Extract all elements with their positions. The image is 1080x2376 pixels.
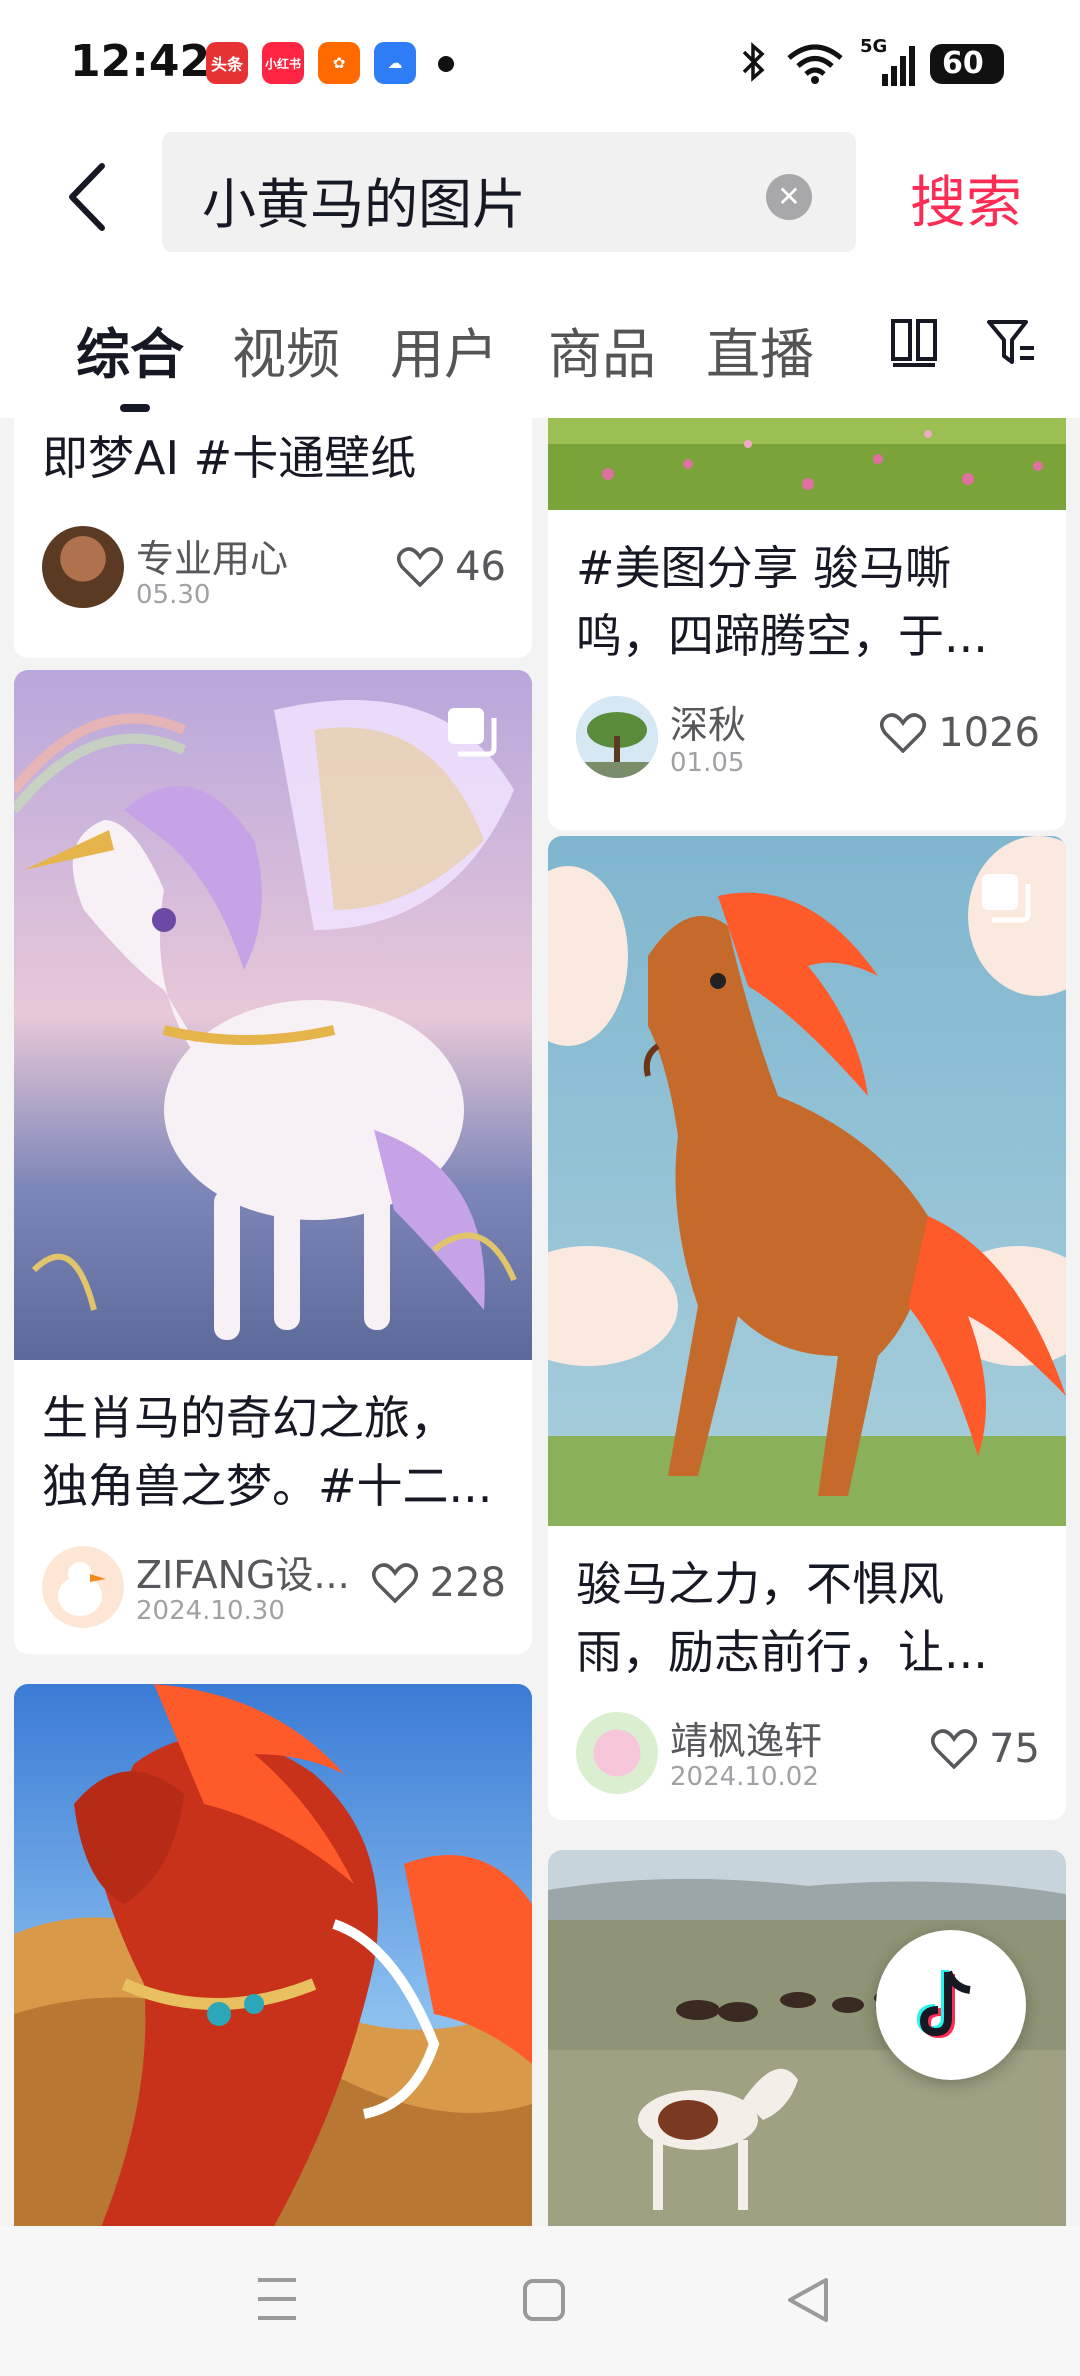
heart-icon[interactable] (397, 547, 444, 587)
red-horse-desert-image (14, 1684, 532, 2226)
heart-icon[interactable] (371, 1563, 418, 1603)
card-title-line-1: 生肖马的奇幻之旅， (42, 1391, 456, 1445)
card-title-line-1: 骏马之力，不惧风 (576, 1557, 944, 1611)
post-date: 05.30 (136, 580, 211, 610)
avatar[interactable] (576, 1712, 658, 1794)
result-card[interactable]: 骏马之力，不惧风 雨，励志前行，让... 靖枫逸轩 2024.10.02 75 (548, 836, 1066, 1820)
post-date: 2024.10.02 (670, 1762, 819, 1792)
wifi-icon (787, 44, 843, 84)
heart-icon[interactable] (880, 713, 927, 753)
douyin-float-button[interactable] (876, 1930, 1026, 2080)
heart-icon[interactable] (931, 1729, 978, 1769)
like-number: 75 (989, 1726, 1040, 1772)
status-bar: 12:42 头条 小红书 ✿ ☁ 5G 60 (0, 0, 1080, 128)
like-number: 46 (455, 544, 506, 590)
avatar[interactable] (576, 696, 658, 778)
multi-image-icon (448, 708, 497, 757)
battery-indicator: 60 (930, 44, 1004, 84)
result-card[interactable]: 生肖马的奇幻之旅， 独角兽之梦。#十二... ZIFANG设... 2024.1… (14, 670, 532, 1654)
signal-icon (882, 46, 915, 86)
card-title: 即梦AI #卡通壁纸 (42, 431, 417, 485)
douyin-logo-icon (916, 1970, 971, 2039)
tab-comprehensive[interactable]: 综合 (76, 310, 184, 389)
multi-image-icon (982, 874, 1031, 923)
back-nav-icon[interactable] (786, 2276, 830, 2324)
card-title: 骏马之力，不惧风 雨，励志前行，让... (576, 1550, 1040, 1686)
like-count[interactable]: 75 (931, 1726, 1040, 1772)
toutiao-icon: 头条 (206, 42, 248, 84)
author-name[interactable]: 专业用心 (136, 528, 288, 583)
avatar[interactable] (42, 1546, 124, 1628)
like-count[interactable]: 46 (397, 544, 506, 590)
home-icon[interactable] (522, 2278, 566, 2322)
like-number: 1026 (938, 710, 1040, 756)
card-title: #美图分享 骏马嘶 鸣，四蹄腾空，于... (576, 534, 1040, 670)
author-name[interactable]: 深秋 (670, 694, 746, 749)
layout-toggle-icon[interactable] (890, 318, 938, 368)
result-card[interactable]: #美图分享 骏马嘶 鸣，四蹄腾空，于... 深秋 01.05 1026 (548, 418, 1066, 830)
menu-icon[interactable] (256, 2276, 298, 2322)
system-navigation-bar (0, 2226, 1080, 2376)
search-query[interactable]: 小黄马的图片 (202, 160, 526, 239)
card-title-line-1: #美图分享 骏马嘶 (576, 541, 952, 595)
card-title-line-2: 雨，励志前行，让... (576, 1625, 988, 1679)
xiaohongshu-icon: 小红书 (262, 42, 304, 84)
tab-live[interactable]: 直播 (706, 310, 814, 389)
post-date: 2024.10.30 (136, 1596, 285, 1626)
result-card[interactable] (14, 1684, 532, 2226)
like-number: 228 (429, 1560, 506, 1606)
like-count[interactable]: 228 (371, 1560, 506, 1606)
search-header: 小黄马的图片 ✕ 搜索 (0, 128, 1080, 268)
card-title: 生肖马的奇幻之旅， 独角兽之梦。#十二... (42, 1384, 506, 1520)
filter-icon[interactable] (986, 318, 1038, 368)
taobao-app-icon: ✿ (318, 42, 360, 84)
search-tabs: 综合 视频 用户 商品 直播 (0, 268, 1080, 418)
back-icon[interactable] (64, 162, 114, 232)
card-title-line-2: 独角兽之梦。#十二... (42, 1459, 493, 1513)
search-button[interactable]: 搜索 (910, 158, 1022, 239)
result-card[interactable]: 即梦AI #卡通壁纸 专业用心 05.30 46 (14, 418, 532, 658)
notification-dot (438, 56, 454, 72)
meadow-image (548, 418, 1066, 510)
post-date: 01.05 (670, 748, 745, 778)
like-count[interactable]: 1026 (880, 710, 1040, 756)
search-input[interactable]: 小黄马的图片 ✕ (162, 132, 856, 252)
bluetooth-icon (742, 42, 765, 82)
tab-video[interactable]: 视频 (232, 310, 340, 389)
card-title-line-2: 鸣，四蹄腾空，于... (576, 609, 988, 663)
tab-underline (120, 404, 150, 412)
tab-users[interactable]: 用户 (390, 310, 498, 389)
avatar[interactable] (42, 526, 124, 608)
baidu-netdisk-icon: ☁ (374, 42, 416, 84)
clear-icon[interactable]: ✕ (766, 174, 812, 220)
author-name[interactable]: 靖枫逸轩 (670, 1710, 822, 1765)
battery-level: 60 (942, 46, 984, 81)
author-name[interactable]: ZIFANG设... (136, 1544, 350, 1599)
chestnut-horse-image (548, 836, 1066, 1526)
unicorn-image (14, 670, 532, 1360)
tab-products[interactable]: 商品 (548, 310, 656, 389)
status-time: 12:42 (70, 36, 211, 87)
